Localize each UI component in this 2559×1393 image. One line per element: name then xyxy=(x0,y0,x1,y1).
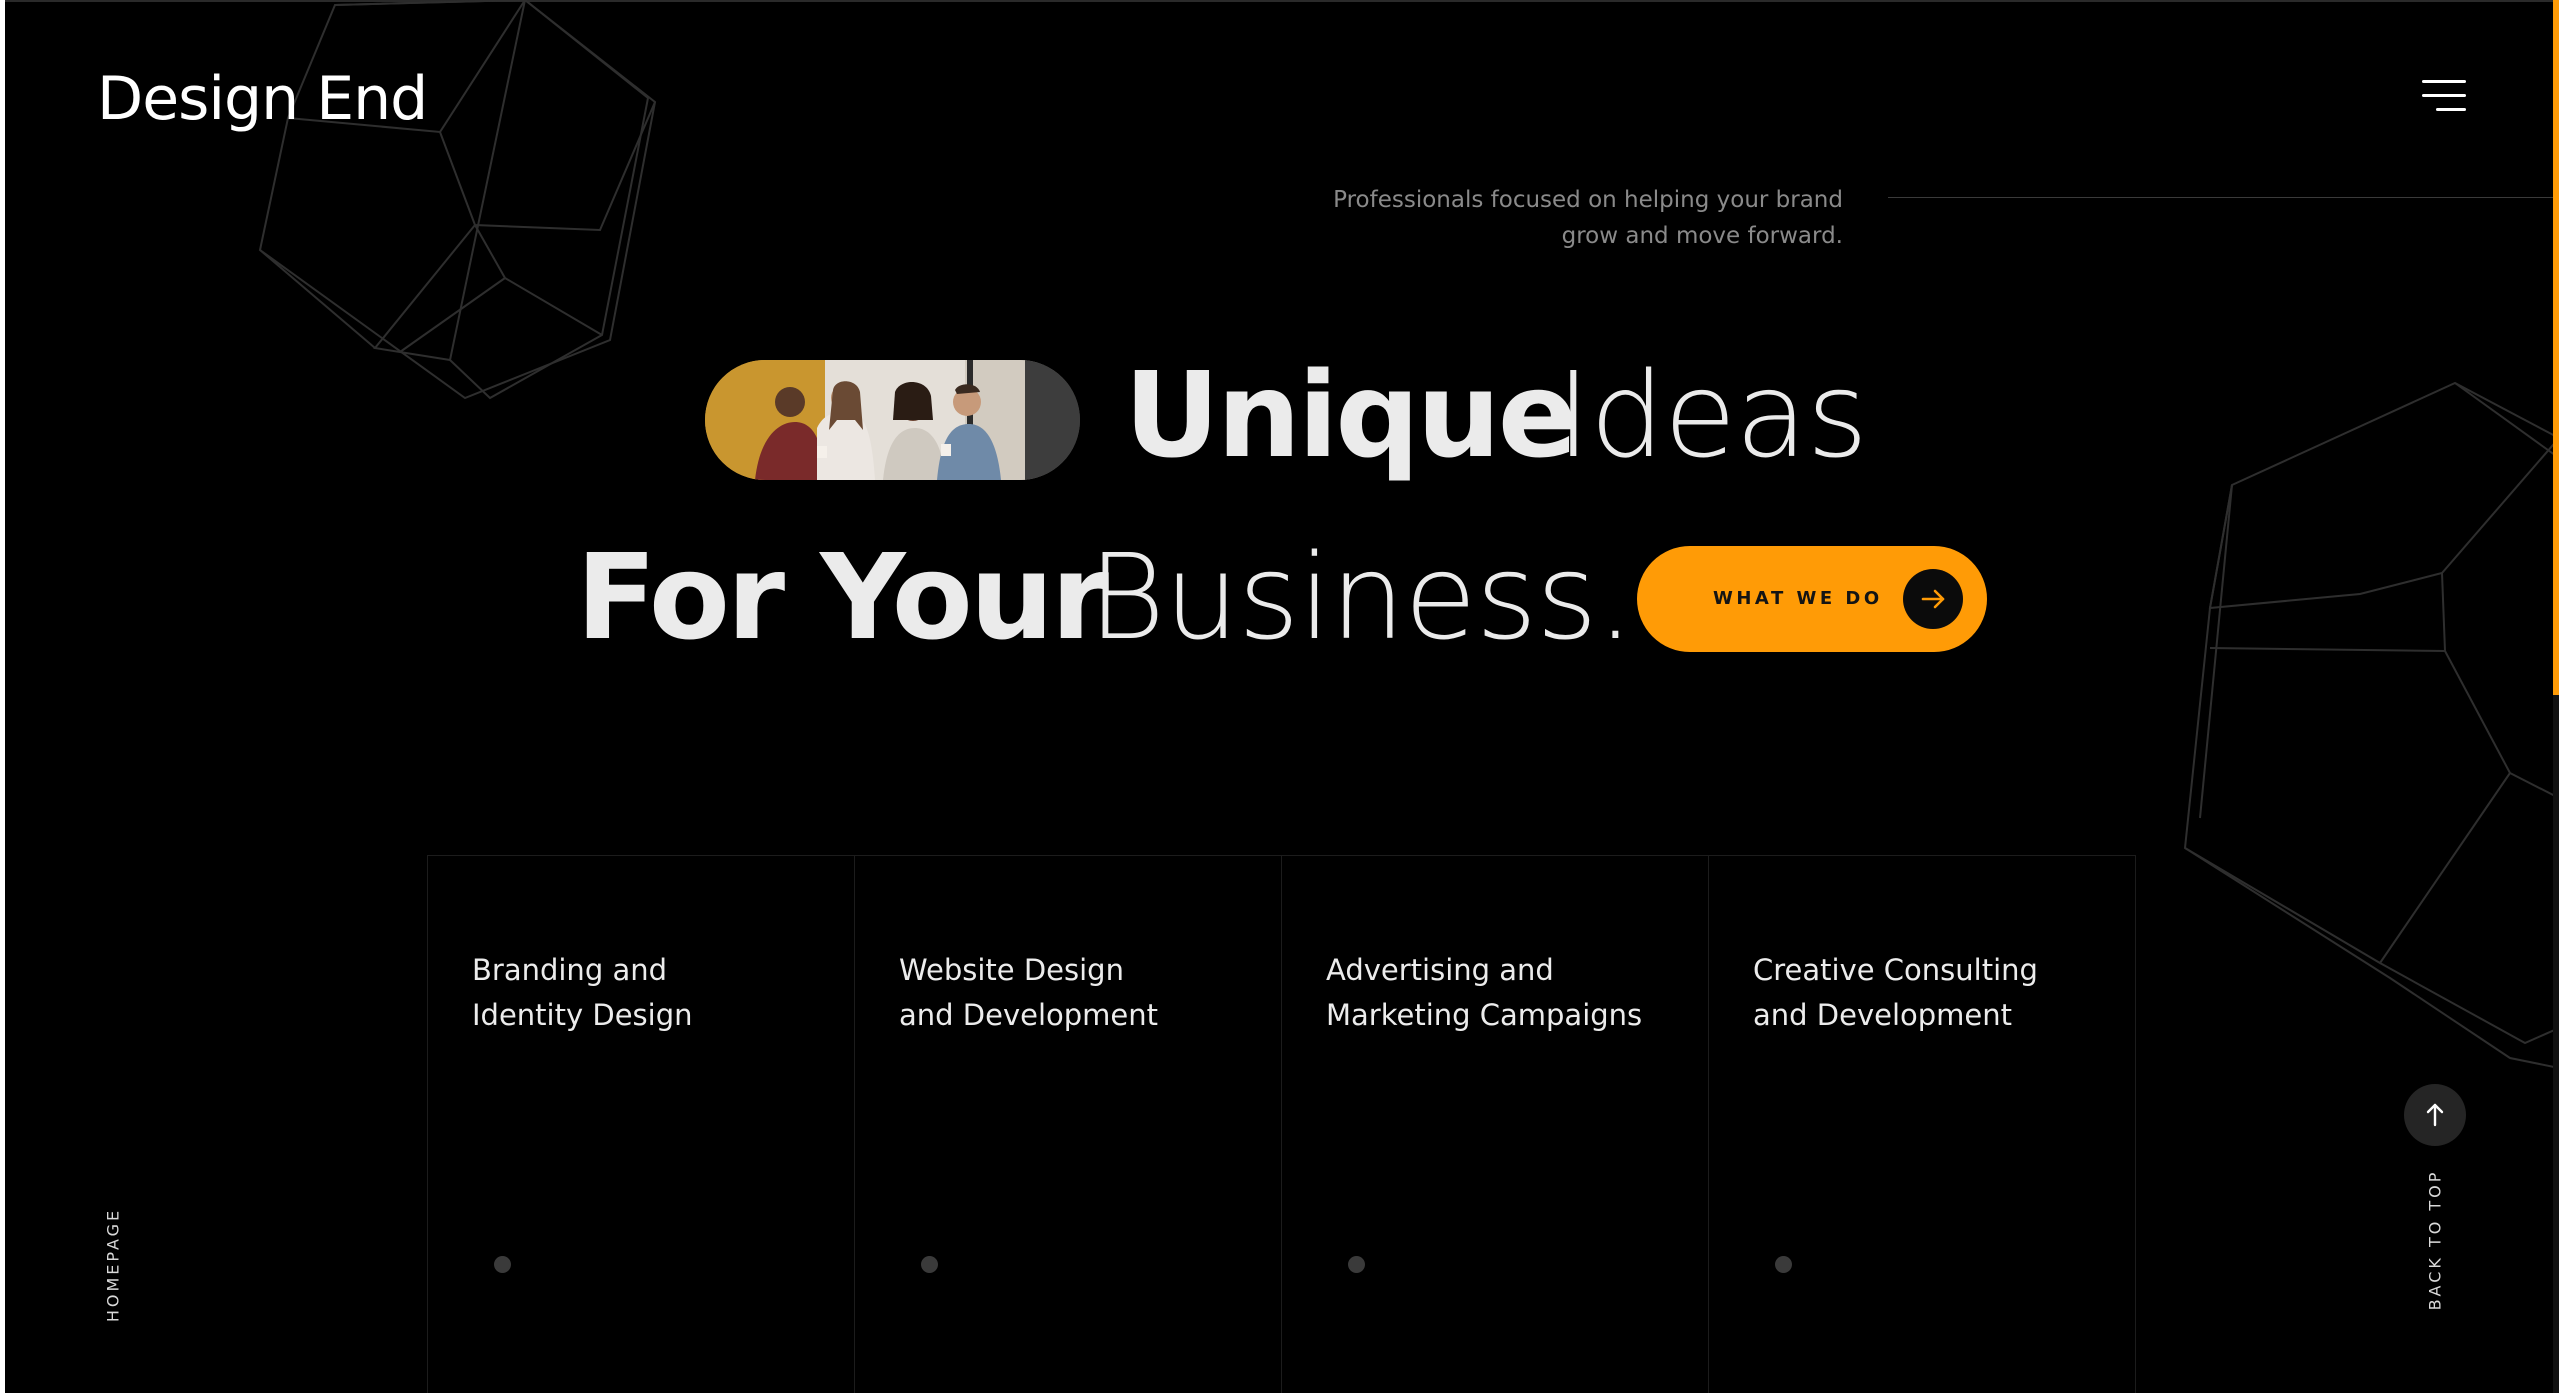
service-title: Website Design and Development xyxy=(899,948,1259,1038)
service-title-line: Identity Design xyxy=(472,998,693,1032)
service-dot-icon xyxy=(921,1256,938,1273)
service-title: Creative Consulting and Development xyxy=(1753,948,2113,1038)
service-title-line: and Development xyxy=(1753,998,2013,1032)
service-title-line: and Development xyxy=(899,998,1159,1032)
cta-label: WHAT WE DO xyxy=(1713,588,1883,609)
service-card-branding[interactable]: Branding and Identity Design xyxy=(427,856,855,1393)
scrollbar-thumb[interactable] xyxy=(2553,0,2559,695)
wireframe-shape-right xyxy=(2183,381,2559,1068)
back-to-top-link[interactable]: BACK TO TOP xyxy=(2426,1170,2445,1311)
arrow-right-icon xyxy=(1903,569,1963,629)
site-logo[interactable]: Design End xyxy=(97,64,428,134)
team-photo xyxy=(705,360,1080,480)
window-left-border xyxy=(0,0,5,1393)
service-title: Branding and Identity Design xyxy=(472,948,832,1038)
service-card-consulting[interactable]: Creative Consulting and Development xyxy=(1708,856,2136,1393)
hero-word-business: Business. xyxy=(1088,528,1634,666)
service-title-line: Creative Consulting xyxy=(1753,953,2038,987)
service-card-advertising[interactable]: Advertising and Marketing Campaigns xyxy=(1281,856,1709,1393)
page-label: HOMEPAGE xyxy=(103,1207,123,1323)
service-title: Advertising and Marketing Campaigns xyxy=(1326,948,1686,1038)
service-title-line: Marketing Campaigns xyxy=(1326,998,1643,1032)
menu-line xyxy=(2422,94,2466,97)
service-dot-icon xyxy=(1348,1256,1365,1273)
hero-word-unique: Unique xyxy=(1124,346,1578,484)
tagline-line-1: Professionals focused on helping your br… xyxy=(1333,187,1843,213)
service-title-line: Branding and xyxy=(472,953,667,987)
homepage: Design End Professionals focused on help… xyxy=(0,0,2559,1393)
service-dot-icon xyxy=(1775,1256,1792,1273)
hero-word-for-your: For Your xyxy=(576,528,1109,666)
service-title-line: Website Design xyxy=(899,953,1124,987)
team-photo-illustration xyxy=(705,360,1080,480)
services-grid: Branding and Identity Design Website Des… xyxy=(427,855,2136,1393)
service-title-line: Advertising and xyxy=(1326,953,1554,987)
wireframe-shape-top xyxy=(258,0,657,400)
arrow-up-icon[interactable] xyxy=(2404,1084,2466,1146)
hero-tagline: Professionals focused on helping your br… xyxy=(1280,182,1843,254)
menu-line xyxy=(2422,80,2466,83)
hero-word-ideas: Ideas xyxy=(1556,346,1868,484)
what-we-do-button[interactable]: WHAT WE DO xyxy=(1637,546,1987,652)
tagline-line-2: grow and move forward. xyxy=(1561,223,1843,249)
service-card-website[interactable]: Website Design and Development xyxy=(854,856,1282,1393)
menu-line xyxy=(2436,108,2466,111)
hamburger-menu-icon[interactable] xyxy=(2420,76,2466,116)
tagline-divider xyxy=(1888,197,2559,198)
service-dot-icon xyxy=(494,1256,511,1273)
